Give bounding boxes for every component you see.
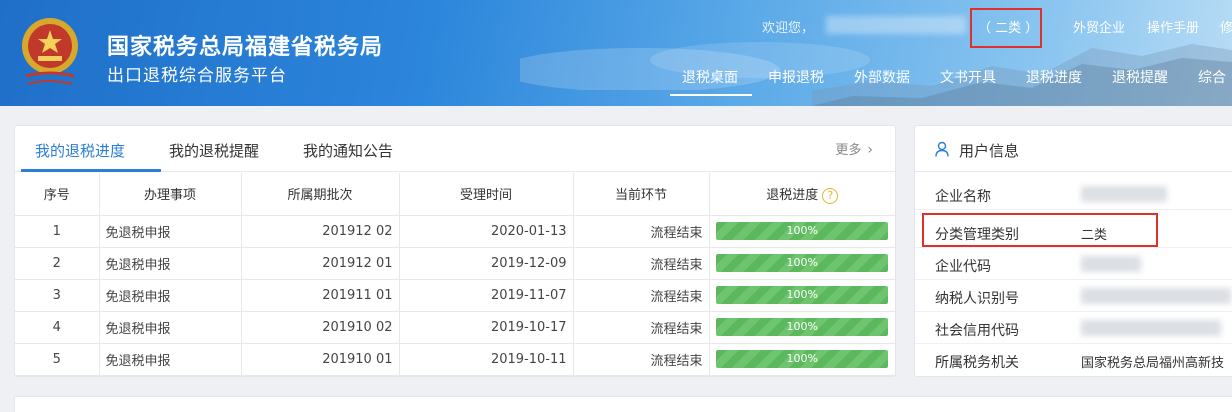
info-row-tax-office: 所属税务机关 国家税务总局福州高新技 — [915, 344, 1232, 376]
table-row[interactable]: 5 免退税申报 201910 01 2019-10-11 流程结束 100% — [15, 343, 895, 376]
info-label: 所属税务机关 — [935, 355, 1019, 371]
cell-stage: 流程结束 — [573, 311, 710, 344]
cell-item: 免退税申报 — [99, 247, 242, 280]
col-header-progress-label: 退税进度 — [766, 188, 819, 203]
table-header-row: 序号 办理事项 所属期批次 受理时间 当前环节 退税进度? — [15, 173, 895, 216]
cell-progress: 100% — [709, 279, 895, 312]
col-header-no: 序号 — [15, 173, 100, 216]
cell-stage: 流程结束 — [573, 279, 710, 312]
progress-bar: 100% — [716, 350, 889, 368]
table-row[interactable]: 2 免退税申报 201912 01 2019-12-09 流程结束 100% — [15, 247, 895, 280]
tax-emblem-icon — [22, 18, 78, 85]
cell-time: 2019-12-09 — [399, 247, 574, 280]
masked-username — [826, 16, 966, 34]
info-row-taxpayer-id: 纳税人识别号 — [915, 280, 1232, 312]
nav-refund-reminder[interactable]: 退税提醒 — [1112, 67, 1168, 87]
cell-time: 2020-01-13 — [399, 215, 574, 248]
masked-value — [1081, 186, 1167, 202]
chevron-right-icon: › — [867, 142, 873, 158]
cell-item: 免退税申报 — [99, 311, 242, 344]
table-row[interactable]: 1 免退税申报 201912 02 2020-01-13 流程结束 100% — [15, 215, 895, 248]
info-row-company-code: 企业代码 — [915, 248, 1232, 280]
more-label: 更多 — [835, 143, 862, 158]
nav-documents[interactable]: 文书开具 — [940, 67, 996, 87]
nav-external-data[interactable]: 外部数据 — [854, 67, 910, 87]
info-value: 国家税务总局福州高新技 — [1081, 356, 1225, 371]
cell-batch: 201912 01 — [241, 247, 400, 280]
col-header-batch: 所属期批次 — [241, 173, 400, 216]
info-row-credit-code: 社会信用代码 — [915, 312, 1232, 344]
tab-my-refund-reminder[interactable]: 我的退税提醒 — [169, 140, 259, 161]
info-label: 企业代码 — [935, 259, 991, 275]
progress-bar: 100% — [716, 286, 889, 304]
help-icon[interactable]: ? — [822, 187, 839, 204]
masked-value — [1081, 288, 1231, 304]
cell-batch: 201912 02 — [241, 215, 400, 248]
cell-no: 5 — [15, 343, 100, 376]
more-link[interactable]: 更多 › — [835, 139, 873, 158]
masked-value — [1081, 256, 1141, 272]
page-subtitle: 出口退税综合服务平台 — [107, 66, 287, 86]
progress-bar: 100% — [716, 222, 889, 240]
progress-bar: 100% — [716, 318, 889, 336]
tab-active-underline — [21, 169, 161, 172]
cell-time: 2019-10-17 — [399, 311, 574, 344]
table-row[interactable]: 3 免退税申报 201911 01 2019-11-07 流程结束 100% — [15, 279, 895, 312]
cell-time: 2019-10-11 — [399, 343, 574, 376]
user-icon — [935, 141, 949, 157]
info-label: 纳税人识别号 — [935, 291, 1019, 307]
col-header-stage: 当前环节 — [573, 173, 710, 216]
tab-my-refund-progress[interactable]: 我的退税进度 — [35, 140, 125, 161]
cell-stage: 流程结束 — [573, 247, 710, 280]
progress-bar: 100% — [716, 254, 889, 272]
nav-refund-progress[interactable]: 退税进度 — [1026, 67, 1082, 87]
user-info-header: 用户信息 — [915, 126, 1232, 172]
masked-value — [1081, 320, 1221, 336]
nav-active-indicator — [670, 94, 752, 96]
cell-time: 2019-11-07 — [399, 279, 574, 312]
cell-no: 4 — [15, 311, 100, 344]
link-modify[interactable]: 修 — [1220, 17, 1232, 36]
classification-highlight-box — [922, 213, 1158, 247]
info-label: 社会信用代码 — [935, 323, 1019, 339]
category-highlight-box — [970, 8, 1042, 48]
link-foreign-trade[interactable]: 外贸企业 — [1073, 17, 1125, 36]
cell-item: 免退税申报 — [99, 215, 242, 248]
welcome-text: 欢迎您， — [762, 21, 815, 36]
col-header-item: 办理事项 — [99, 173, 242, 216]
info-label: 企业名称 — [935, 189, 991, 205]
cell-no: 2 — [15, 247, 100, 280]
user-info-panel: 用户信息 企业名称 分类管理类别 二类 企业代码 纳税人识别号 社会信用代码 所… — [914, 125, 1232, 377]
col-header-time: 受理时间 — [399, 173, 574, 216]
page-title: 国家税务总局福建省税务局 — [107, 35, 384, 60]
refund-progress-table: 序号 办理事项 所属期批次 受理时间 当前环节 退税进度? 1 免退税申报 20… — [15, 173, 895, 376]
nav-declare-refund[interactable]: 申报退税 — [768, 67, 824, 87]
panel-tabs: 我的退税进度 我的退税提醒 我的通知公告 更多 › — [15, 126, 895, 172]
cell-batch: 201910 01 — [241, 343, 400, 376]
cell-batch: 201911 01 — [241, 279, 400, 312]
header-banner: 国家税务总局福建省税务局 出口退税综合服务平台 欢迎您， （ 二类 ） 外贸企业… — [0, 0, 1232, 106]
info-row-company-name: 企业名称 — [915, 178, 1232, 210]
bottom-panel — [14, 396, 1232, 412]
tab-my-notices[interactable]: 我的通知公告 — [303, 140, 393, 161]
cell-progress: 100% — [709, 215, 895, 248]
table-row[interactable]: 4 免退税申报 201910 02 2019-10-17 流程结束 100% — [15, 311, 895, 344]
cell-no: 1 — [15, 215, 100, 248]
cell-no: 3 — [15, 279, 100, 312]
cell-item: 免退税申报 — [99, 279, 242, 312]
cell-item: 免退税申报 — [99, 343, 242, 376]
cell-stage: 流程结束 — [573, 343, 710, 376]
col-header-progress: 退税进度? — [709, 173, 895, 216]
cell-progress: 100% — [709, 247, 895, 280]
nav-comprehensive[interactable]: 综合 — [1198, 67, 1226, 87]
nav-tax-desktop[interactable]: 退税桌面 — [682, 67, 738, 87]
link-manual[interactable]: 操作手册 — [1147, 17, 1199, 36]
cell-batch: 201910 02 — [241, 311, 400, 344]
refund-progress-panel: 我的退税进度 我的退税提醒 我的通知公告 更多 › 序号 办理事项 所属期批次 受… — [14, 125, 896, 377]
cell-progress: 100% — [709, 343, 895, 376]
cell-stage: 流程结束 — [573, 215, 710, 248]
cell-progress: 100% — [709, 311, 895, 344]
user-info-title: 用户信息 — [959, 142, 1020, 160]
